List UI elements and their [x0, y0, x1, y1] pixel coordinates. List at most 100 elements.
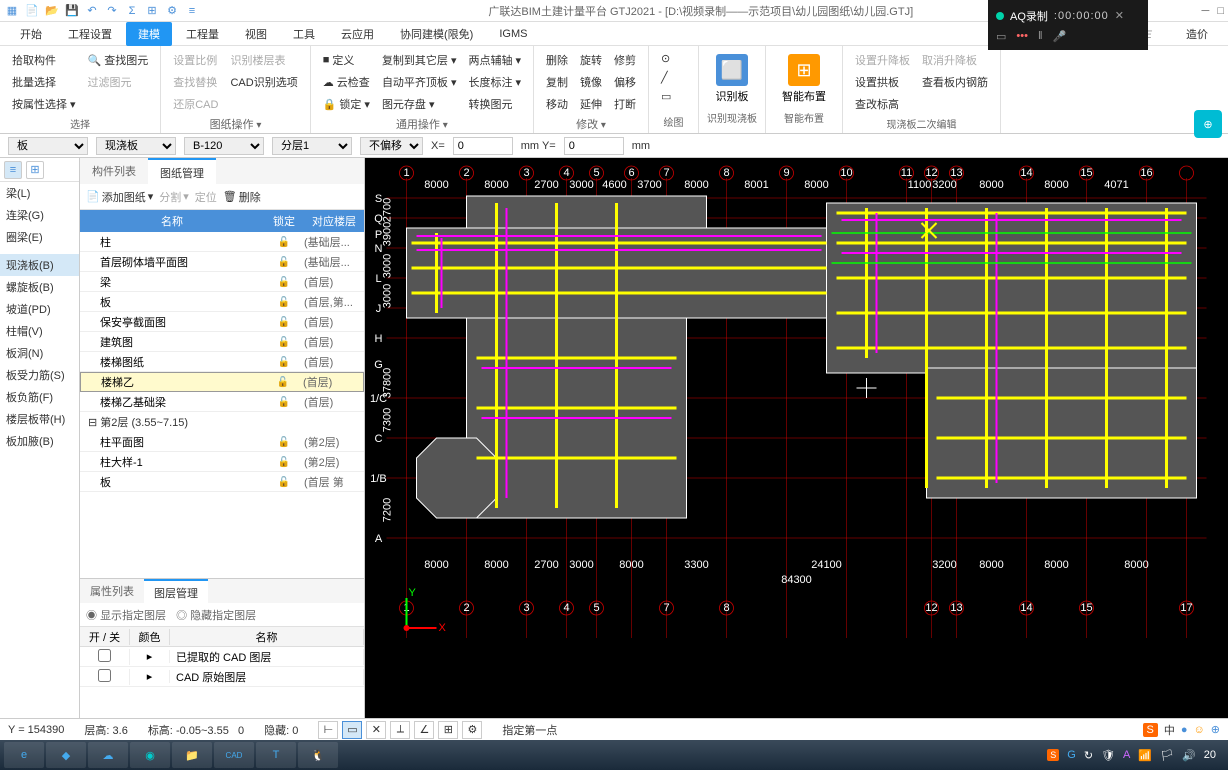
- lock-icon[interactable]: [278, 436, 290, 448]
- drawing-row[interactable]: 楼梯图纸(首层): [80, 352, 364, 372]
- drawing-row[interactable]: 柱平面图(第2层): [80, 432, 364, 452]
- tree-item[interactable]: 柱帽(V): [0, 320, 79, 342]
- taskbar-browser-icon[interactable]: ◉: [130, 742, 170, 768]
- rect-icon[interactable]: ▭: [657, 88, 675, 105]
- section-floor2[interactable]: ⊟ 第2层 (3.55~7.15): [80, 412, 364, 432]
- tab-component-list[interactable]: 构件列表: [80, 158, 148, 184]
- tab-cloud[interactable]: 云应用: [329, 22, 386, 46]
- drawing-row[interactable]: 柱大样-1(第2层): [80, 452, 364, 472]
- delete-button[interactable]: 删除: [542, 50, 572, 70]
- tree-item[interactable]: 板洞(N): [0, 342, 79, 364]
- qat-settings-icon[interactable]: ⚙: [164, 3, 180, 19]
- maximize-icon[interactable]: □: [1217, 5, 1224, 17]
- tab-collab[interactable]: 协同建模(限免): [388, 22, 485, 46]
- qat-menu-icon[interactable]: ▦: [4, 3, 20, 19]
- layer-checkbox[interactable]: [98, 649, 111, 662]
- cad-options-button[interactable]: CAD识别选项: [226, 72, 301, 92]
- length-dim-button[interactable]: 长度标注 ▾: [464, 72, 525, 92]
- drawing-row[interactable]: 板(首层 第: [80, 472, 364, 492]
- tab-tools[interactable]: 工具: [281, 22, 327, 46]
- tree-list-icon[interactable]: ≡: [4, 161, 22, 179]
- recorder-screen-icon[interactable]: ▭: [996, 30, 1006, 43]
- taskbar-explorer-icon[interactable]: 📁: [172, 742, 212, 768]
- qat-redo-icon[interactable]: ↷: [104, 3, 120, 19]
- lock-icon[interactable]: [278, 296, 290, 308]
- locate-button[interactable]: 定位: [195, 189, 217, 205]
- split-button[interactable]: 分割 ▾: [159, 189, 189, 205]
- extend-button[interactable]: 延伸: [576, 94, 606, 114]
- tab-drawing-mgmt[interactable]: 图纸管理: [148, 158, 216, 184]
- tray-shield-icon[interactable]: 🛡: [1101, 749, 1115, 762]
- move-button[interactable]: 移动: [542, 94, 572, 114]
- status-icon-1[interactable]: ●: [1181, 724, 1188, 736]
- tab-igms[interactable]: IGMS: [487, 24, 539, 44]
- drawing-row[interactable]: 梁(首层): [80, 272, 364, 292]
- find-replace-button[interactable]: 查找替换: [169, 72, 222, 92]
- recognize-floor-button[interactable]: 识别楼层表: [226, 50, 301, 70]
- find-element-button[interactable]: 🔍 查找图元: [84, 50, 153, 70]
- status-icon-3[interactable]: ⊕: [1211, 723, 1220, 736]
- tree-item[interactable]: 螺旋板(B): [0, 276, 79, 298]
- taskbar-cad-icon[interactable]: CAD: [214, 742, 254, 768]
- two-point-axis-button[interactable]: 两点辅轴 ▾: [464, 50, 525, 70]
- cancel-raise-button[interactable]: 取消升降板: [918, 50, 992, 70]
- tray-time[interactable]: 20: [1204, 749, 1216, 761]
- tab-project[interactable]: 工程设置: [56, 22, 124, 46]
- drawing-row[interactable]: 柱(基础层...: [80, 232, 364, 252]
- status-icon-2[interactable]: ☺: [1194, 724, 1205, 736]
- qat-save-icon[interactable]: 💾: [64, 3, 80, 19]
- lock-icon[interactable]: [278, 256, 290, 268]
- delete-drawing-button[interactable]: 🗑 删除: [223, 189, 261, 205]
- tree-grid-icon[interactable]: ⊞: [26, 161, 44, 179]
- qat-sum-icon[interactable]: Σ: [124, 3, 140, 19]
- line-icon[interactable]: ╱: [657, 69, 675, 86]
- lock-icon[interactable]: [278, 396, 290, 408]
- hide-layer-button[interactable]: ◎ 隐藏指定图层: [176, 607, 256, 623]
- pick-element-button[interactable]: 拾取构件: [8, 50, 80, 70]
- taskbar-t-icon[interactable]: T: [256, 742, 296, 768]
- tree-item[interactable]: 板受力筋(S): [0, 364, 79, 386]
- break-button[interactable]: 打断: [610, 94, 640, 114]
- snap-grid-icon[interactable]: ⊞: [438, 721, 458, 739]
- tree-item-slab[interactable]: 现浇板(B): [0, 254, 79, 276]
- drawing-row[interactable]: 板(首层,第...: [80, 292, 364, 312]
- qat-more-icon[interactable]: ≡: [184, 3, 200, 19]
- layer-row[interactable]: ▸ 已提取的 CAD 图层: [80, 647, 364, 667]
- tab-price[interactable]: 造价: [1174, 22, 1220, 46]
- lock-icon[interactable]: [278, 336, 290, 348]
- drawing-row[interactable]: 楼梯乙(首层): [80, 372, 364, 392]
- drawing-row[interactable]: 保安亭截面图(首层): [80, 312, 364, 332]
- view-rebar-button[interactable]: 查看板内钢筋: [918, 72, 992, 92]
- cad-viewport[interactable]: 123 456 789 101112 131415 16 80008000270…: [365, 158, 1228, 718]
- recognize-slab-button[interactable]: ⬜ 识别板: [707, 50, 757, 108]
- taskbar-cloud-icon[interactable]: ☁: [88, 742, 128, 768]
- batch-select-button[interactable]: 批量选择: [8, 72, 80, 92]
- tray-sogou-icon[interactable]: S: [1047, 749, 1059, 761]
- category-select[interactable]: 板: [8, 137, 88, 155]
- select-by-prop-button[interactable]: 按属性选择 ▾: [8, 94, 80, 114]
- drawing-row[interactable]: 建筑图(首层): [80, 332, 364, 352]
- tray-sync-icon[interactable]: ↻: [1084, 749, 1093, 762]
- recorder-close-icon[interactable]: ✕: [1115, 9, 1124, 22]
- taskbar-app-icon[interactable]: ◆: [46, 742, 86, 768]
- rotate-button[interactable]: 旋转: [576, 50, 606, 70]
- qat-new-icon[interactable]: 📄: [24, 3, 40, 19]
- tray-g-icon[interactable]: G: [1067, 749, 1076, 761]
- tree-item[interactable]: 连梁(G): [0, 204, 79, 226]
- qat-open-icon[interactable]: 📂: [44, 3, 60, 19]
- trim-button[interactable]: 修剪: [610, 50, 640, 70]
- qat-undo-icon[interactable]: ↶: [84, 3, 100, 19]
- drawing-canvas[interactable]: 123 456 789 101112 131415 16 80008000270…: [365, 158, 1228, 718]
- taskbar-ie-icon[interactable]: e: [4, 742, 44, 768]
- add-drawing-button[interactable]: 📄 添加图纸 ▾: [86, 189, 153, 205]
- element-select[interactable]: B-120: [184, 137, 264, 155]
- smart-layout-button[interactable]: ⊞ 智能布置: [774, 50, 834, 108]
- snap-ortho-icon[interactable]: ▭: [342, 721, 362, 739]
- recorder-mic-icon[interactable]: 🎤: [1053, 30, 1067, 43]
- tree-item[interactable]: 圈梁(E): [0, 226, 79, 248]
- minimize-icon[interactable]: ─: [1202, 5, 1210, 17]
- layer-select[interactable]: 分层1: [272, 137, 352, 155]
- tab-quantity[interactable]: 工程量: [174, 22, 231, 46]
- set-scale-button[interactable]: 设置比例: [169, 50, 222, 70]
- snap-endpoint-icon[interactable]: ⊢: [318, 721, 338, 739]
